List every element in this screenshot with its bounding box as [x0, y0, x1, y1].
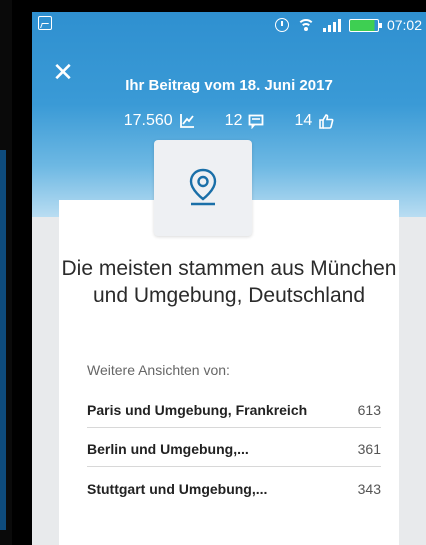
location-label: Berlin und Umgebung,... [87, 440, 249, 457]
views-stat[interactable]: 17.560 [124, 112, 195, 130]
location-pin-icon [189, 168, 217, 206]
likes-stat[interactable]: 14 [294, 112, 334, 130]
location-icon-tile [154, 140, 252, 236]
battery-icon [348, 18, 382, 32]
status-icons: 07:02 [274, 16, 422, 34]
image-icon [38, 16, 52, 30]
location-label: Stuttgart und Umgebung,... [87, 481, 268, 497]
location-row[interactable]: Stuttgart und Umgebung,... 343 [87, 471, 381, 507]
screenshot-frame: 07:02 ✕ Ihr Beitrag vom 18. Juni 2017 17… [0, 0, 426, 545]
post-stats: 17.560 12 14 [32, 112, 426, 130]
location-count: 343 [357, 481, 381, 497]
location-row[interactable]: Paris und Umgebung, Frankreich 613 [87, 392, 381, 428]
status-time: 07:02 [386, 17, 422, 33]
post-title: Ihr Beitrag vom 18. Juni 2017 [125, 77, 333, 94]
status-bar: 07:02 [32, 12, 426, 38]
comments-stat[interactable]: 12 [225, 112, 265, 130]
wifi-icon [296, 18, 315, 32]
location-row[interactable]: Berlin und Umgebung,... 361 [87, 431, 381, 467]
card-headline: Die meisten stammen aus München und Umge… [61, 257, 397, 307]
location-count: 613 [357, 401, 381, 418]
like-icon [319, 114, 334, 129]
comment-icon [249, 114, 264, 129]
blurred-background-text [32, 56, 426, 72]
alarm-icon [274, 18, 289, 32]
location-label: Paris und Umgebung, Frankreich [87, 401, 308, 418]
signal-icon [322, 18, 341, 32]
location-count: 361 [357, 440, 381, 457]
likes-count: 14 [294, 112, 313, 129]
comments-count: 12 [224, 112, 243, 129]
views-chart-icon [179, 114, 194, 128]
card-subhead: Weitere Ansichten von: [87, 362, 230, 378]
previous-screen-edge-blue [0, 150, 6, 530]
views-count: 17.560 [123, 112, 173, 129]
